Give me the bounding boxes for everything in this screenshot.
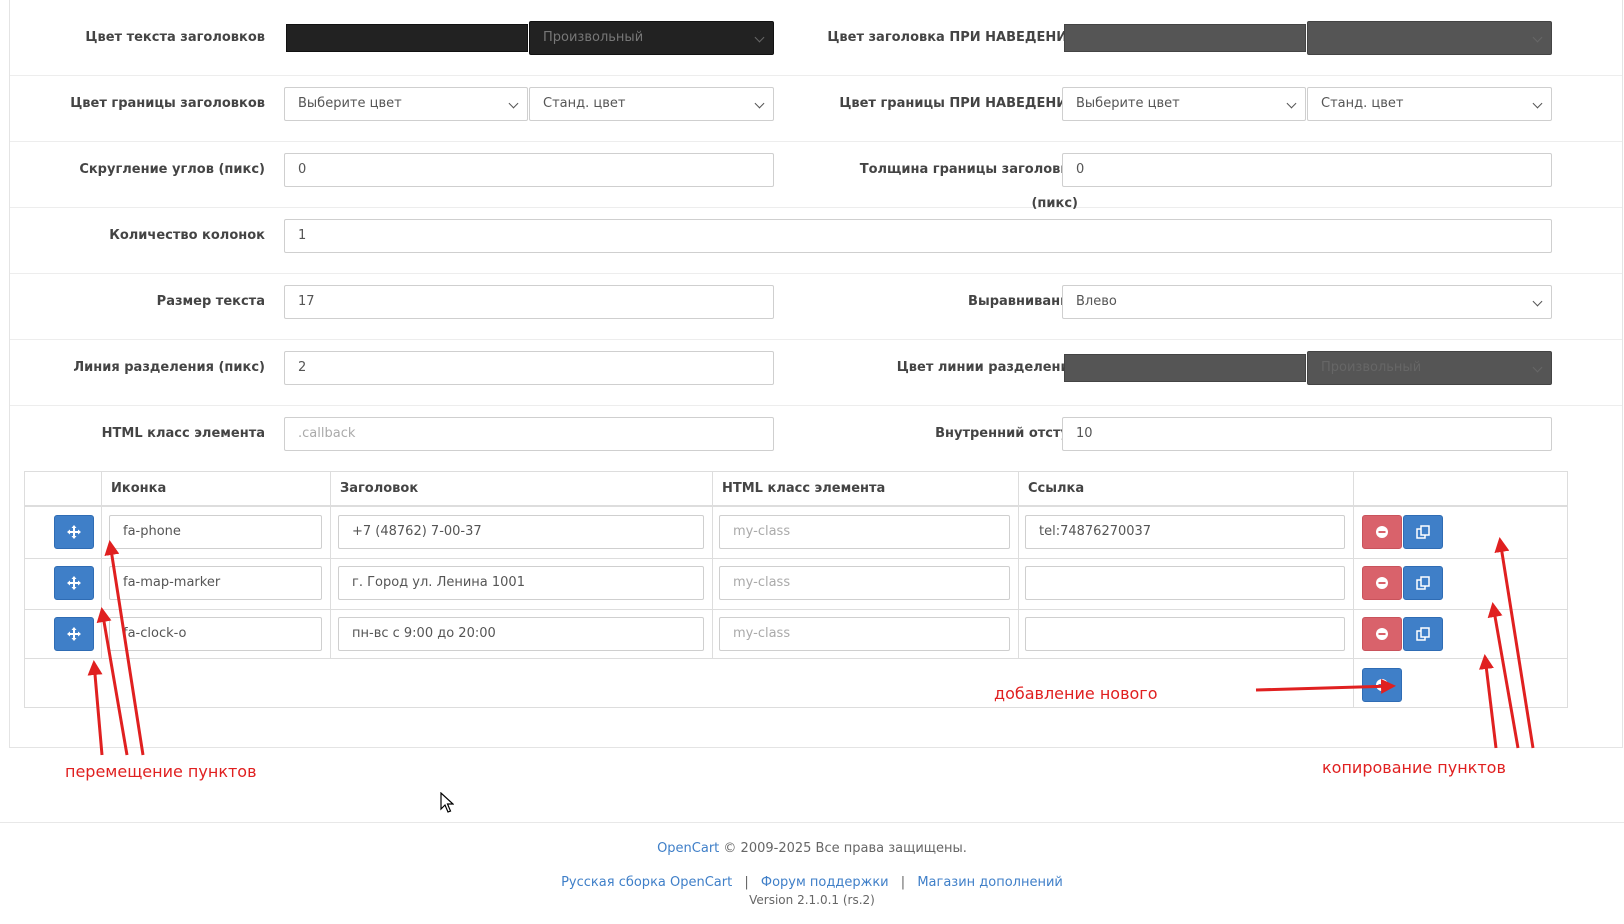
mouse-cursor-icon <box>440 792 454 813</box>
extensions-store-link[interactable]: Магазин дополнений <box>917 875 1063 890</box>
footer-divider <box>0 822 1624 823</box>
footer-links: Русская сборка OpenCart | Форум поддержк… <box>0 875 1624 890</box>
russian-build-link[interactable]: Русская сборка OpenCart <box>561 875 732 890</box>
opencart-link[interactable]: OpenCart <box>657 841 719 856</box>
footer-separator: | <box>900 875 906 890</box>
footer-copyright: OpenCart © 2009-2025 Все права защищены. <box>0 841 1624 856</box>
annotation-arrows <box>87 537 1535 756</box>
support-forum-link[interactable]: Форум поддержки <box>761 875 889 890</box>
footer-version: Version 2.1.0.1 (rs.2) <box>749 893 875 907</box>
footer-separator: | <box>744 875 749 890</box>
copyright-text: © 2009-2025 Все права защищены. <box>719 841 967 856</box>
